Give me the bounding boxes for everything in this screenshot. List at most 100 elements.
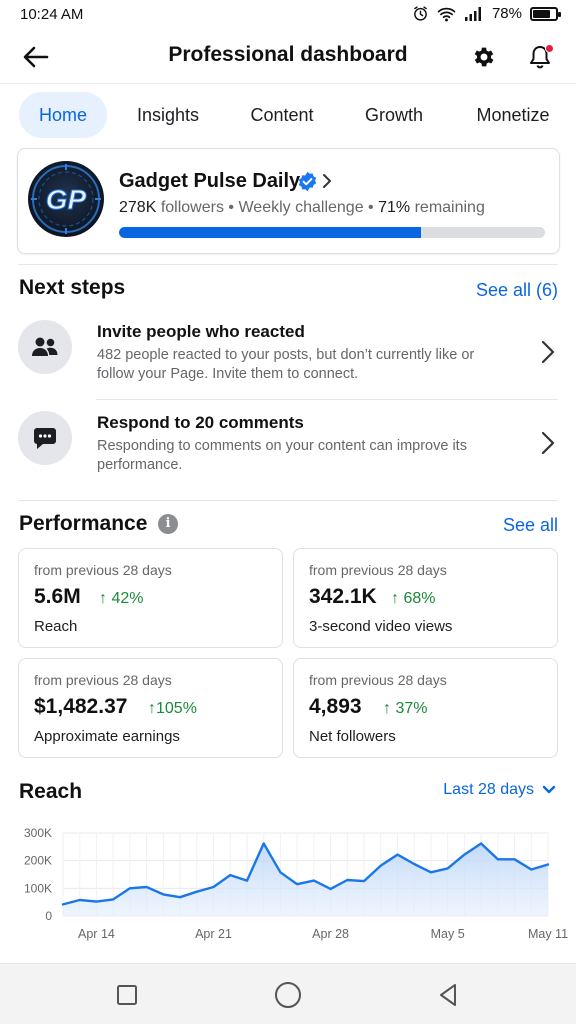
recent-apps-icon: [117, 985, 137, 1005]
next-step-invite[interactable]: Invite people who reacted 482 people rea…: [18, 316, 558, 404]
metric-delta: ↑ 68%: [391, 590, 435, 608]
status-bar: 10:24 AM 78%: [0, 0, 576, 30]
x-tick-label: Apr 21: [195, 927, 232, 941]
app-header: Professional dashboard: [0, 30, 576, 84]
verified-badge-icon: [298, 171, 317, 192]
stats-separator: •: [228, 199, 235, 216]
profile-stats: 278K followers • Weekly challenge • 71% …: [119, 199, 485, 217]
metric-period: from previous 28 days: [309, 672, 447, 688]
gp-logo: GP: [31, 164, 101, 234]
challenge-progress-bar: [119, 227, 545, 238]
next-step-respond[interactable]: Respond to 20 comments Responding to com…: [18, 407, 558, 495]
step-title: Respond to 20 comments: [97, 413, 304, 432]
tab-bar: Home Insights Content Growth Monetize: [0, 92, 576, 140]
wifi-icon: [437, 7, 456, 21]
tab-home[interactable]: Home: [19, 92, 107, 138]
metric-delta-value: 68%: [403, 590, 436, 607]
next-steps-see-all-link[interactable]: See all (6): [476, 280, 558, 301]
arrow-up-icon: ↑: [99, 590, 107, 607]
divider: [18, 500, 558, 501]
comment-icon: [34, 428, 56, 449]
chevron-right-icon: [541, 340, 555, 364]
date-range-label: Last 28 days: [443, 781, 534, 798]
metric-label: 3-second video views: [309, 618, 453, 635]
status-icons: 78%: [412, 5, 561, 22]
metric-delta-value: 42%: [111, 590, 144, 607]
settings-button[interactable]: [466, 40, 502, 74]
tab-insights[interactable]: Insights: [124, 92, 212, 138]
home-icon: [275, 982, 301, 1008]
metric-value: 5.6M: [34, 585, 81, 608]
metric-delta: ↑ 42%: [99, 590, 143, 608]
remaining-percent: 71%: [378, 199, 411, 216]
challenge-label: Weekly challenge: [238, 199, 364, 216]
metric-period: from previous 28 days: [34, 672, 172, 688]
followers-count: 278K: [119, 199, 157, 216]
y-tick-label: 200K: [24, 854, 52, 868]
back-icon: [440, 984, 456, 1006]
y-tick-label: 0: [45, 909, 52, 923]
metric-period: from previous 28 days: [309, 562, 447, 578]
remaining-label: remaining: [414, 199, 485, 216]
status-time: 10:24 AM: [20, 6, 84, 23]
alarm-icon: [414, 6, 427, 21]
notification-badge: [545, 44, 554, 53]
x-tick-label: Apr 14: [78, 927, 115, 941]
y-tick-label: 100K: [24, 881, 52, 895]
info-icon[interactable]: i: [158, 514, 178, 534]
metric-label: Reach: [34, 618, 78, 635]
metric-card-video-views[interactable]: from previous 28 days 342.1K ↑ 68% 3-sec…: [293, 548, 558, 648]
system-nav-bar: [0, 963, 576, 1024]
home-button[interactable]: [271, 978, 305, 1012]
metric-card-earnings[interactable]: from previous 28 days $1,482.37 ↑105% Ap…: [18, 658, 283, 758]
reach-chart: 0 100K 200K 300K Apr 14 Apr 21 Apr 28 May 5 May …: [24, 826, 568, 941]
signal-icon: [464, 7, 481, 21]
metric-value: 342.1K: [309, 585, 377, 608]
step-icon-container: [18, 411, 72, 465]
metric-card-net-followers[interactable]: from previous 28 days 4,893 ↑ 37% Net fo…: [293, 658, 558, 758]
arrow-up-icon: ↑: [148, 700, 156, 717]
followers-label: followers: [160, 199, 224, 216]
page-name[interactable]: Gadget Pulse Daily: [119, 170, 300, 193]
chevron-right-icon: [323, 174, 331, 188]
divider: [18, 264, 558, 265]
step-title: Invite people who reacted: [97, 322, 305, 341]
stats-separator: •: [368, 199, 374, 216]
back-nav-button[interactable]: [431, 978, 465, 1012]
step-description: 482 people reacted to your posts, but do…: [97, 347, 475, 382]
people-icon: [32, 337, 58, 356]
battery-icon: [530, 6, 561, 21]
battery-percent: 78%: [491, 5, 522, 22]
step-description: Responding to comments on your content c…: [97, 438, 467, 473]
x-tick-label: May 11: [528, 927, 568, 941]
avatar: GP: [28, 161, 104, 237]
date-range-dropdown[interactable]: Last 28 days: [443, 781, 556, 799]
profile-card[interactable]: GP Gadget Pulse Daily 278K followers • W…: [17, 148, 560, 254]
metric-period: from previous 28 days: [34, 562, 172, 578]
metric-card-reach[interactable]: from previous 28 days 5.6M ↑ 42% Reach: [18, 548, 283, 648]
reach-title: Reach: [19, 780, 83, 803]
battery-level: [533, 9, 550, 18]
recent-apps-button[interactable]: [110, 978, 144, 1012]
metric-value: $1,482.37: [34, 695, 128, 718]
chevron-down-icon: [542, 785, 556, 794]
y-tick-label: 300K: [24, 826, 52, 840]
tab-monetize[interactable]: Monetize: [468, 92, 558, 138]
step-icon-container: [18, 320, 72, 374]
metric-delta-value: 105%: [156, 700, 197, 717]
x-tick-label: May 5: [431, 927, 465, 941]
next-steps-title: Next steps: [19, 276, 126, 299]
arrow-up-icon: ↑: [383, 700, 391, 717]
tab-growth[interactable]: Growth: [352, 92, 436, 138]
x-tick-label: Apr 28: [312, 927, 349, 941]
performance-see-all-link[interactable]: See all: [503, 515, 558, 536]
metric-delta-value: 37%: [395, 700, 428, 717]
performance-title: Performance: [19, 512, 148, 535]
notifications-button[interactable]: [522, 40, 558, 74]
tab-content[interactable]: Content: [238, 92, 326, 138]
challenge-progress-fill: [119, 227, 422, 238]
metric-label: Net followers: [309, 728, 396, 745]
metric-delta: ↑ 37%: [383, 700, 427, 718]
gear-icon: [474, 47, 494, 67]
avatar-initials: GP: [46, 184, 87, 215]
